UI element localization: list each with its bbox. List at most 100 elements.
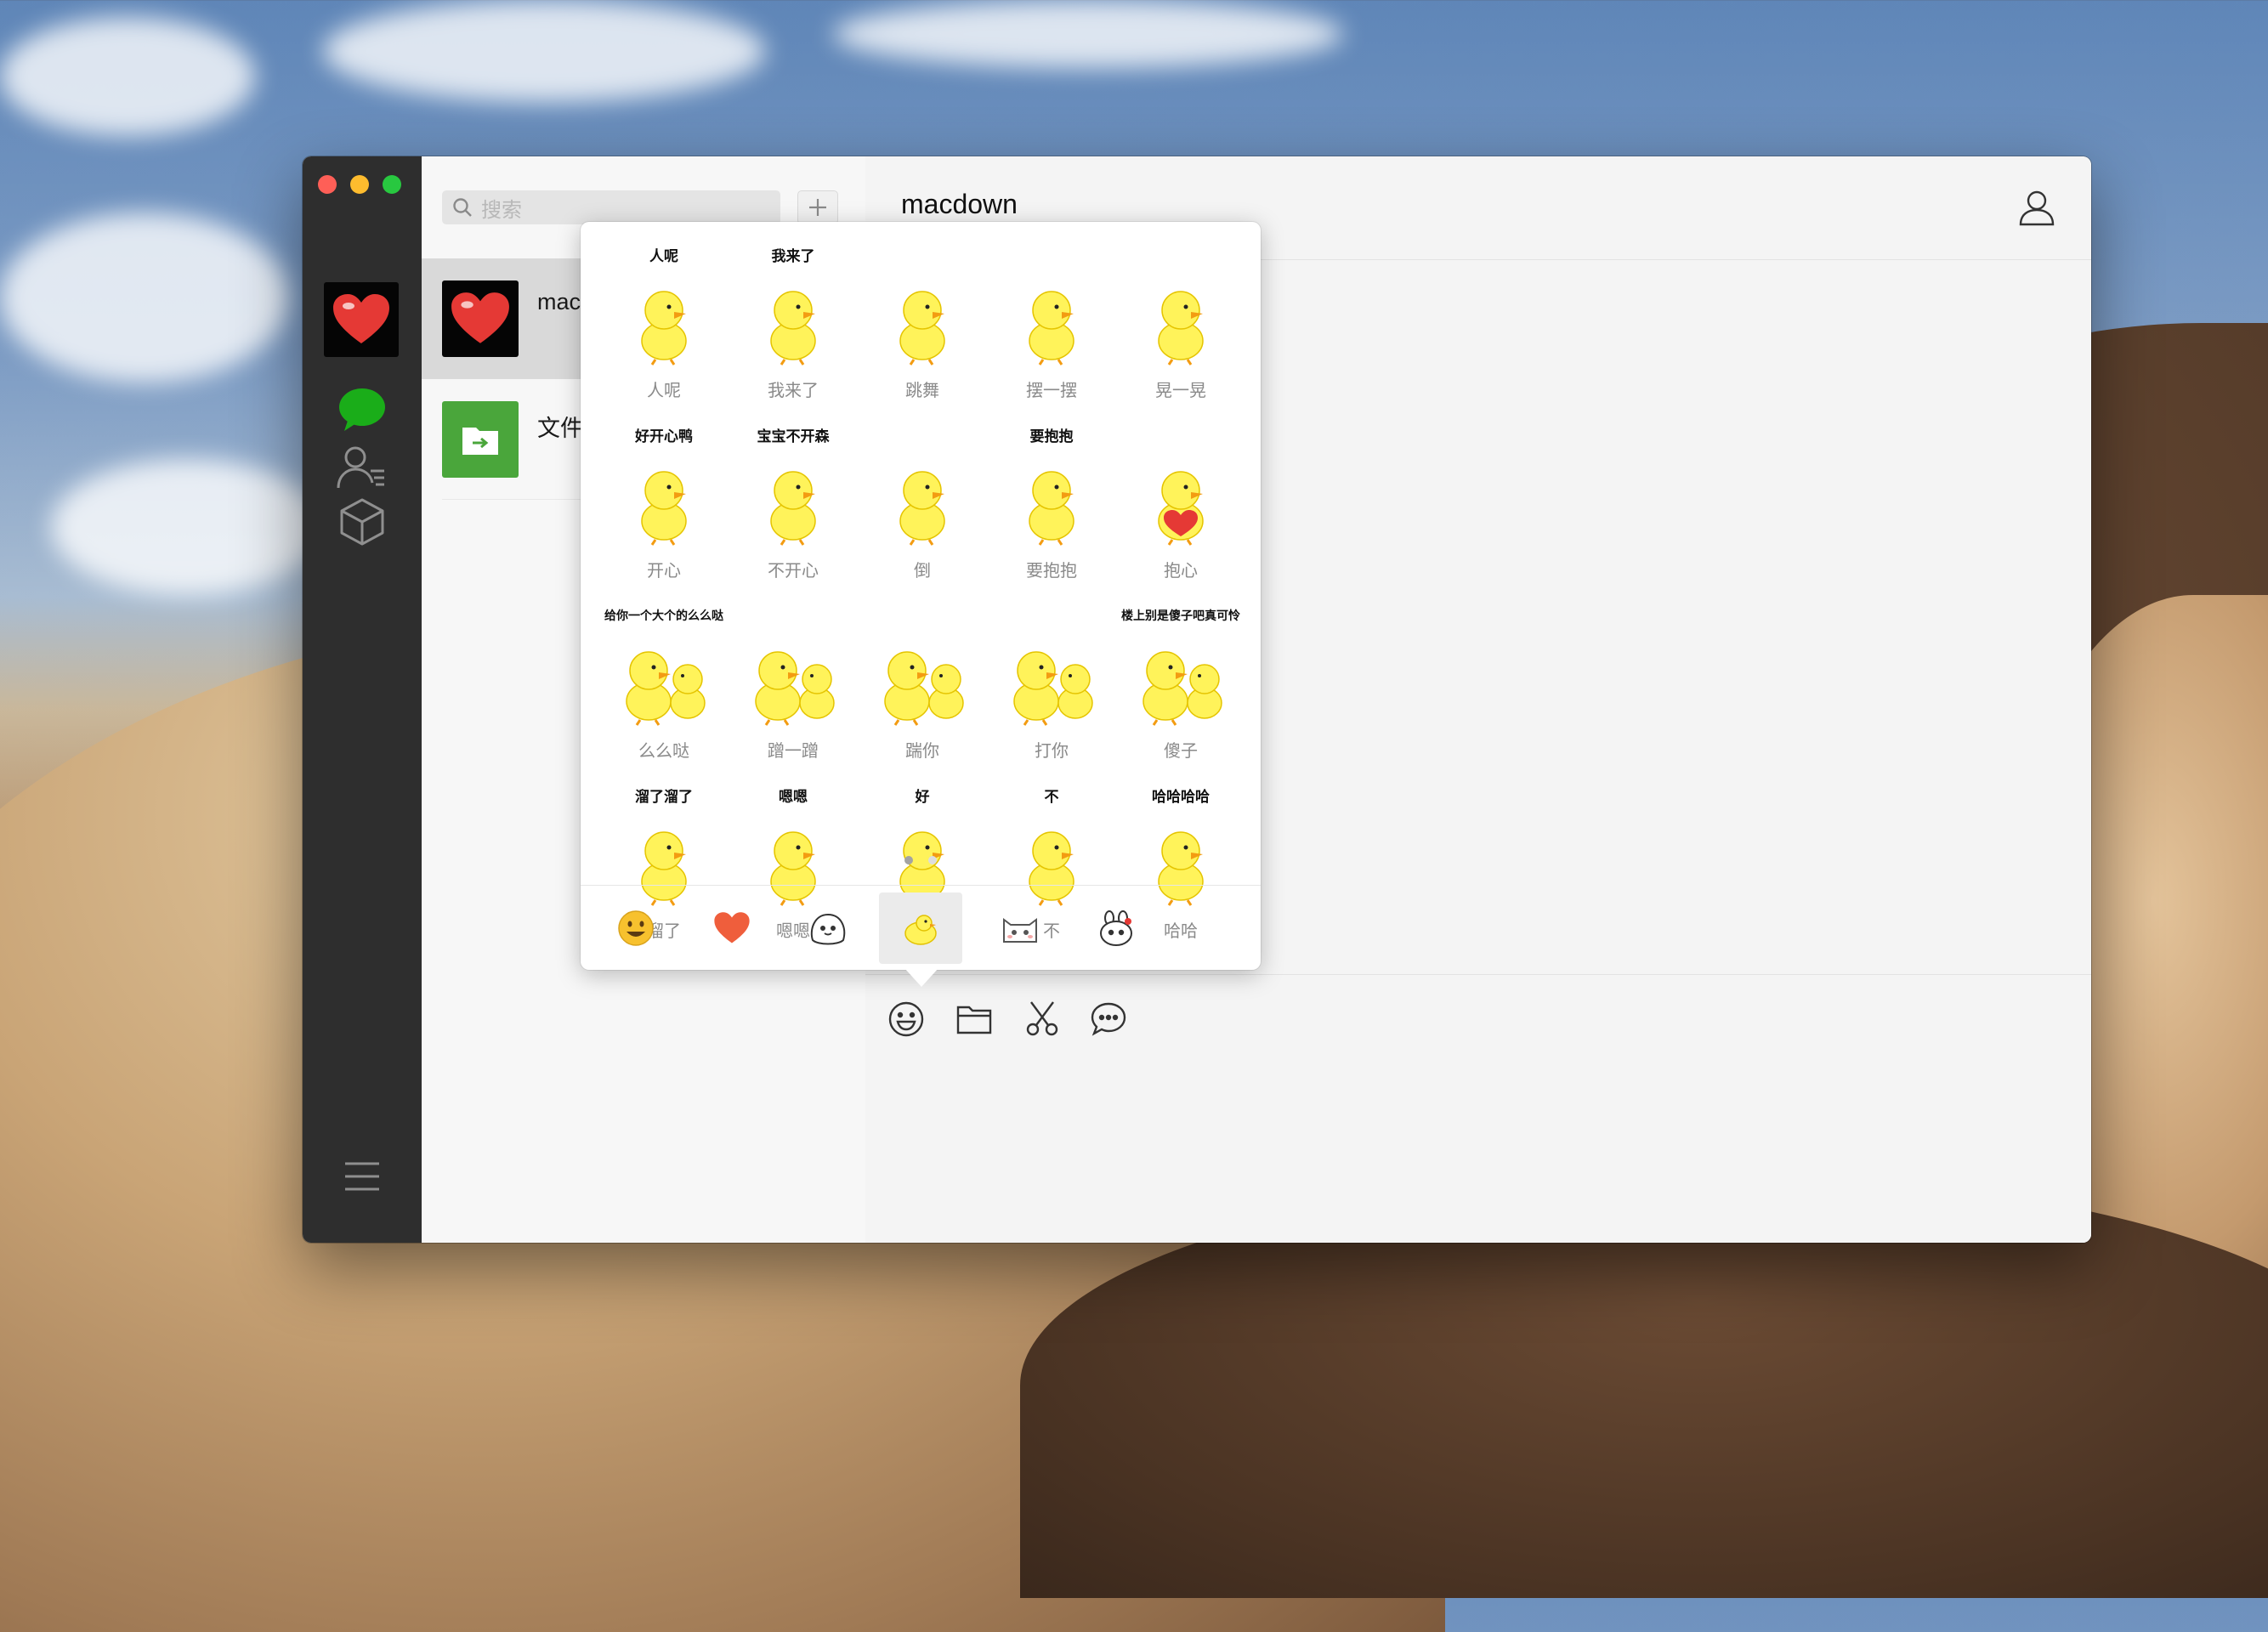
- duck-sticker-icon: [1013, 651, 1093, 726]
- user-profile-icon: [2019, 190, 2055, 226]
- sticker-caption: 溜了溜了: [635, 789, 693, 805]
- compose-area: [865, 974, 2091, 1243]
- favorite-heart-pack-icon: [714, 912, 750, 944]
- sidebar-dock: [303, 156, 422, 1243]
- chat-history-button[interactable]: [1088, 999, 1129, 1040]
- page-indicator: [581, 856, 1261, 864]
- duck-sticker-icon: [1158, 471, 1204, 546]
- mini-programs-tab[interactable]: [337, 496, 388, 547]
- sticker-label: 么么哒: [638, 742, 689, 761]
- sticker-panel: 人呢 人呢 我来了 我来了 跳舞 摆一摆 晃一晃 好开心鸭 开心 宝宝不开森 不开心倒要抱抱 要抱抱抱…: [581, 222, 1261, 987]
- sticker-caption: 要抱抱: [1029, 428, 1074, 445]
- sticker-caption: 宝宝不开森: [757, 428, 830, 445]
- sticker-item[interactable]: 抱心: [1116, 429, 1245, 582]
- sticker-label: 开心: [647, 562, 681, 581]
- heart-icon: [333, 294, 389, 343]
- folder-icon: [956, 1006, 992, 1034]
- avatar: [442, 401, 519, 478]
- sticker-caption: 我来了: [771, 248, 815, 264]
- chat-bubble-icon: [339, 388, 385, 431]
- start-group-chat-button[interactable]: [797, 190, 838, 224]
- more-menu-button[interactable]: [337, 1151, 388, 1202]
- sticker-label: 跳舞: [905, 382, 939, 400]
- sticker-label: 倒: [914, 562, 931, 581]
- sticker-item[interactable]: 蹭一蹭: [729, 609, 858, 762]
- sticker-item[interactable]: 给你一个大个的么么哒么么哒: [599, 609, 729, 762]
- heart-icon: [451, 292, 509, 343]
- my-avatar[interactable]: [324, 282, 399, 357]
- sticker-caption: 好开心鸭: [635, 428, 693, 445]
- scissors-icon: [1026, 1001, 1058, 1036]
- avatar: [442, 280, 519, 357]
- duck-sticker-icon: [899, 291, 945, 366]
- pack-tab-emoji[interactable]: [594, 892, 678, 964]
- sticker-label: 踹你: [905, 742, 939, 761]
- sticker-label: 晃一晃: [1155, 382, 1206, 400]
- pack-tab-duck[interactable]: [879, 892, 962, 964]
- zoom-window-button[interactable]: [383, 175, 401, 194]
- sticker-item[interactable]: 晃一晃: [1116, 249, 1245, 402]
- sticker-label: 蹭一蹭: [768, 742, 819, 761]
- search-placeholder: 搜索: [481, 198, 522, 222]
- hamburger-menu-icon: [345, 1162, 379, 1191]
- sticker-label: 打你: [1035, 742, 1069, 761]
- bunny-sticker-pack-icon: [1100, 910, 1132, 946]
- sticker-item[interactable]: 要抱抱 要抱抱: [987, 429, 1116, 582]
- conversation-title: macdown: [901, 189, 1018, 219]
- duck-sticker-icon: [770, 471, 816, 546]
- duck-sticker-pack-icon: [904, 915, 937, 945]
- duck-sticker-icon: [755, 651, 835, 726]
- cat-sticker-pack-icon: [1003, 918, 1037, 943]
- sticker-label: 我来了: [768, 382, 819, 400]
- chats-tab[interactable]: [337, 384, 388, 435]
- sticker-caption: 好: [915, 789, 930, 805]
- sticker-label: 要抱抱: [1026, 562, 1077, 581]
- sticker-item[interactable]: 倒: [858, 429, 987, 582]
- message-dots-icon: [1091, 1002, 1126, 1036]
- duck-sticker-icon: [899, 471, 945, 546]
- duck-sticker-icon: [884, 651, 964, 726]
- duck-sticker-icon: [626, 651, 706, 726]
- duck-sticker-icon: [1029, 291, 1074, 366]
- contacts-tab[interactable]: [337, 442, 388, 493]
- sticker-item[interactable]: 好开心鸭 开心: [599, 429, 729, 582]
- smiley-icon: [888, 1001, 924, 1037]
- contacts-icon: [337, 446, 384, 489]
- sticker-item[interactable]: 人呢 人呢: [599, 249, 729, 402]
- sticker-item[interactable]: 打你: [987, 609, 1116, 762]
- search-icon: [453, 198, 472, 217]
- chat-info-button[interactable]: [2018, 189, 2055, 226]
- cube-icon: [340, 498, 384, 546]
- sticker-caption: 不: [1044, 789, 1059, 805]
- sticker-label: 摆一摆: [1026, 382, 1077, 400]
- sticker-pack-bar: [581, 885, 1261, 971]
- sticker-caption: 楼上别是傻子吧真可怜: [1121, 609, 1240, 622]
- sticker-caption: 给你一个大个的么么哒: [604, 609, 723, 622]
- pack-tab-favorites[interactable]: [690, 892, 774, 964]
- sticker-item[interactable]: 宝宝不开森 不开心: [729, 429, 858, 582]
- sticker-item[interactable]: 楼上别是傻子吧真可怜傻子: [1116, 609, 1245, 762]
- screenshot-button[interactable]: [1022, 999, 1063, 1040]
- sticker-label: 人呢: [647, 382, 681, 400]
- sticker-label: 傻子: [1164, 742, 1198, 761]
- sticker-button[interactable]: [886, 999, 927, 1040]
- duck-sticker-icon: [641, 471, 687, 546]
- pack-tab-bun[interactable]: [786, 892, 870, 964]
- send-file-button[interactable]: [954, 999, 995, 1040]
- sticker-label: 不开心: [768, 562, 819, 581]
- pack-tab-bunny[interactable]: [1074, 892, 1158, 964]
- duck-sticker-icon: [1029, 471, 1074, 546]
- sticker-caption: 人呢: [649, 248, 678, 264]
- pack-tab-cat[interactable]: [978, 892, 1062, 964]
- close-window-button[interactable]: [318, 175, 337, 194]
- page-dot[interactable]: [904, 856, 913, 864]
- sticker-item[interactable]: 摆一摆: [987, 249, 1116, 402]
- minimize-window-button[interactable]: [350, 175, 369, 194]
- sticker-item[interactable]: 跳舞: [858, 249, 987, 402]
- bun-sticker-pack-icon: [810, 913, 846, 945]
- duck-sticker-icon: [641, 291, 687, 366]
- page-dot[interactable]: [928, 856, 937, 864]
- sticker-item[interactable]: 我来了 我来了: [729, 249, 858, 402]
- sticker-item[interactable]: 踹你: [858, 609, 987, 762]
- search-input[interactable]: 搜索: [442, 190, 780, 224]
